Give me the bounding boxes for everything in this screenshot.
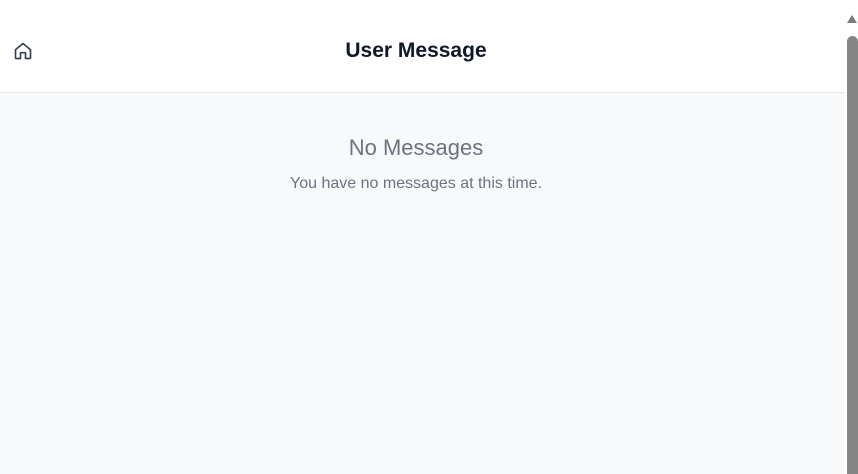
scrollbar-thumb[interactable] bbox=[847, 36, 858, 474]
empty-state-message: You have no messages at this time. bbox=[290, 175, 542, 192]
empty-state: No Messages You have no messages at this… bbox=[0, 134, 832, 194]
page-title: User Message bbox=[345, 39, 487, 62]
scroll-up-arrow-icon[interactable] bbox=[847, 15, 857, 23]
empty-state-title: No Messages bbox=[348, 135, 484, 160]
app-window: User Message No Messages You have no mes… bbox=[0, 0, 845, 474]
page-header: User Message bbox=[0, 0, 845, 93]
vertical-scrollbar[interactable] bbox=[845, 0, 858, 474]
